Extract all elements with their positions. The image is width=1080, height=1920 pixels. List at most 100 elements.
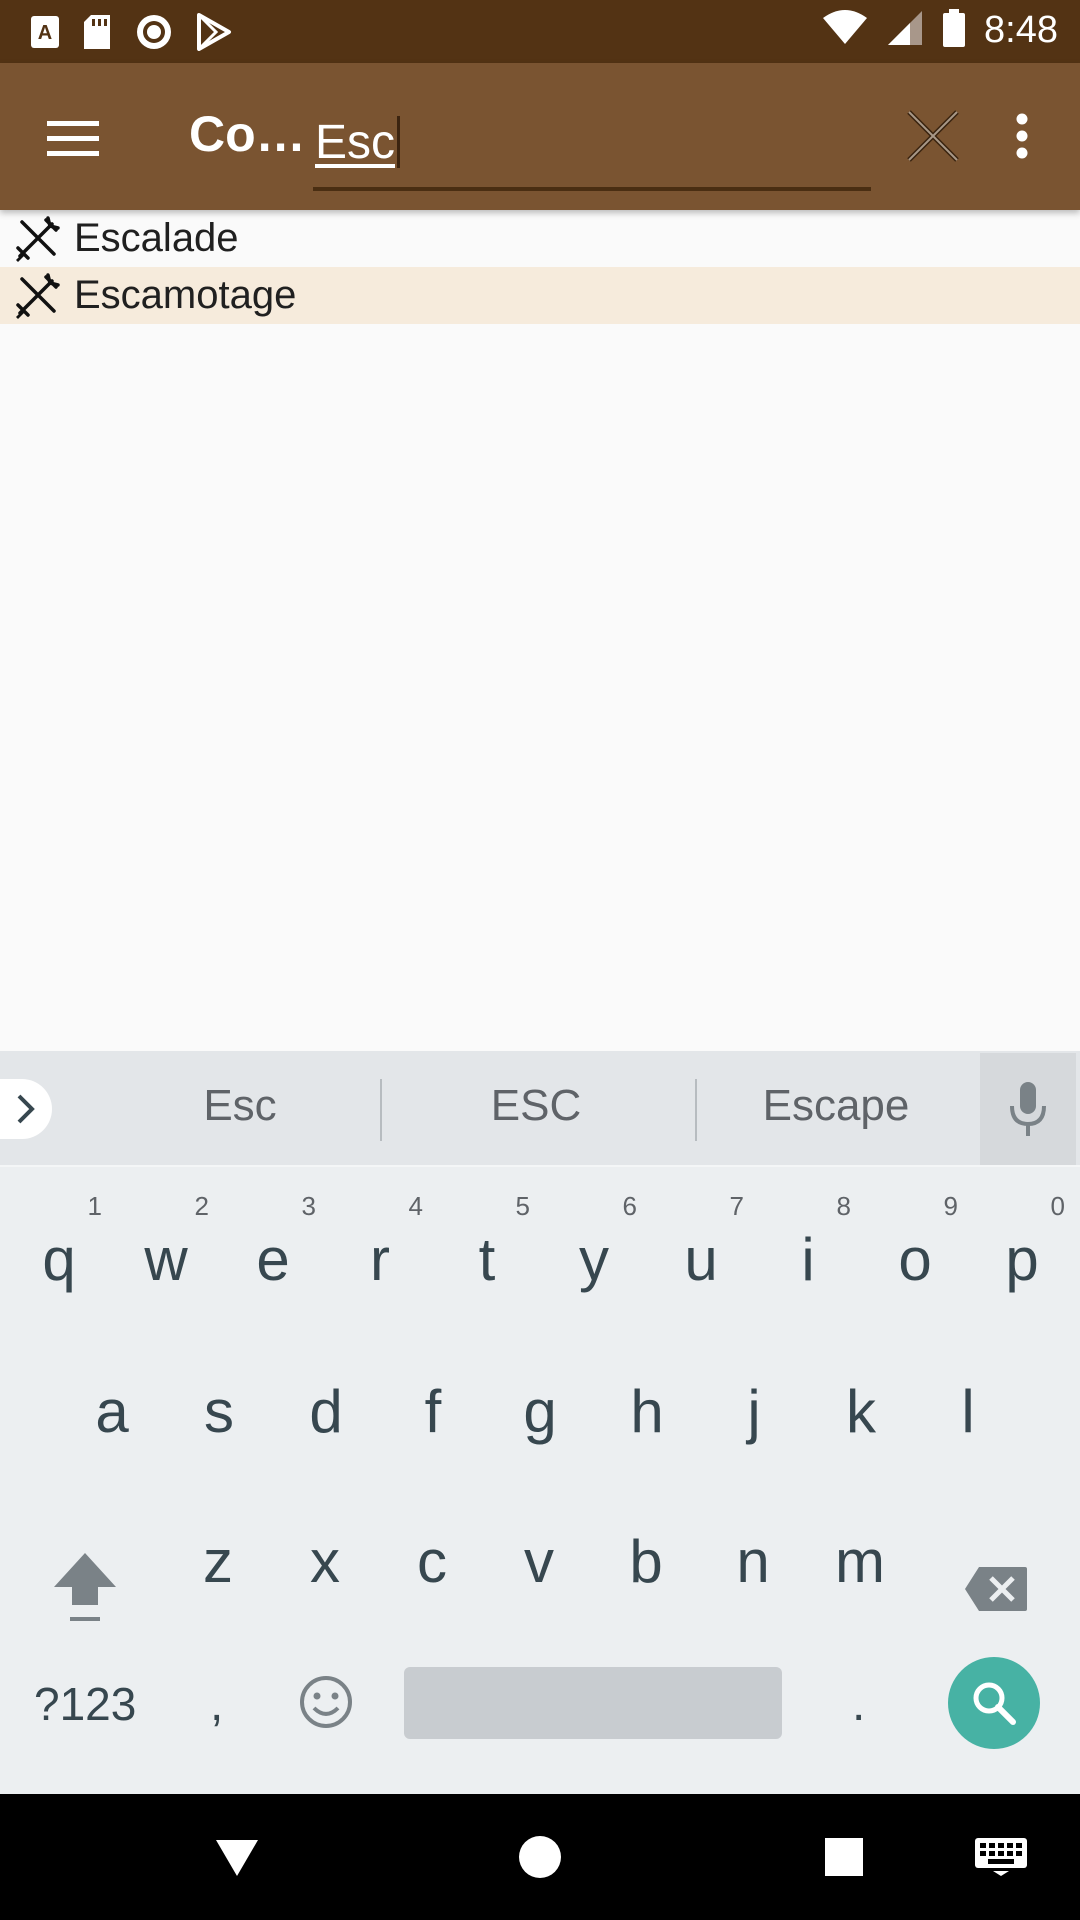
home-button[interactable] (503, 1820, 577, 1894)
key-number-hint: 2 (194, 1191, 209, 1221)
key-u[interactable]: 7u (648, 1181, 754, 1311)
shift-key[interactable] (32, 1523, 138, 1653)
suggestion-1[interactable]: Esc (140, 1081, 340, 1131)
key-n[interactable]: n (700, 1483, 806, 1613)
key-c[interactable]: c (379, 1483, 485, 1613)
comma-key[interactable]: , (210, 1677, 223, 1732)
sd-card-icon (82, 14, 112, 55)
suggestion-3[interactable]: Escape (736, 1081, 936, 1131)
key-h[interactable]: h (594, 1333, 700, 1463)
key-letter: q (42, 1226, 76, 1293)
key-g[interactable]: g (487, 1333, 593, 1463)
key-f[interactable]: f (380, 1333, 486, 1463)
notification-icons: A (30, 12, 232, 57)
key-letter: y (579, 1226, 609, 1293)
battery-icon (942, 8, 966, 53)
key-letter: i (801, 1226, 815, 1293)
key-letter: z (203, 1528, 233, 1595)
result-label: Escamotage (74, 273, 297, 317)
record-icon (134, 12, 174, 57)
key-letter: g (523, 1378, 557, 1445)
svg-text:A: A (38, 22, 52, 44)
key-d[interactable]: d (273, 1333, 379, 1463)
search-action-key[interactable] (948, 1657, 1040, 1749)
space-bar[interactable] (404, 1667, 782, 1739)
voice-input-button[interactable] (980, 1053, 1076, 1165)
search-icon (973, 1682, 1016, 1725)
key-letter: p (1005, 1226, 1039, 1293)
key-v[interactable]: v (486, 1483, 592, 1613)
key-y[interactable]: 6y (541, 1181, 647, 1311)
keyboard-switch-button[interactable] (964, 1820, 1038, 1894)
key-letter: w (144, 1226, 188, 1293)
key-letter: k (846, 1378, 876, 1445)
key-letter: c (417, 1528, 447, 1595)
key-w[interactable]: 2w (113, 1181, 219, 1311)
search-input-value: Esc (315, 115, 401, 170)
app-bar: Co… Esc (0, 63, 1080, 210)
key-t[interactable]: 5t (434, 1181, 540, 1311)
key-m[interactable]: m (807, 1483, 913, 1613)
key-letter: j (747, 1378, 761, 1445)
key-z[interactable]: z (165, 1483, 271, 1613)
key-number-hint: 5 (515, 1191, 530, 1221)
home-icon (519, 1836, 561, 1878)
search-input[interactable]: Esc (313, 103, 871, 191)
key-number-hint: 8 (836, 1191, 851, 1221)
crossed-tools-icon (14, 215, 60, 262)
key-number-hint: 0 (1050, 1191, 1065, 1221)
key-letter: v (524, 1528, 554, 1595)
soft-keyboard: Esc ESC Escape ?123 , . 1q2w3e4r5t6y7u8i… (0, 1051, 1080, 1794)
shift-arrow-icon (54, 1553, 116, 1621)
period-key[interactable]: . (852, 1677, 865, 1732)
close-icon (907, 110, 959, 162)
key-number-hint: 9 (943, 1191, 958, 1221)
suggestion-divider (695, 1079, 697, 1141)
overflow-menu-button[interactable] (1002, 101, 1042, 171)
emoji-key[interactable] (298, 1674, 354, 1735)
key-number-hint: 4 (408, 1191, 423, 1221)
status-time: 8:48 (984, 9, 1058, 51)
key-p[interactable]: 0p (969, 1181, 1075, 1311)
key-letter: a (95, 1378, 129, 1445)
key-letter: m (835, 1528, 885, 1595)
key-i[interactable]: 8i (755, 1181, 861, 1311)
key-k[interactable]: k (808, 1333, 914, 1463)
clear-search-button[interactable] (898, 101, 968, 171)
hamburger-menu-icon (47, 121, 99, 156)
key-a[interactable]: a (59, 1333, 165, 1463)
expand-toolbar-button[interactable] (0, 1079, 52, 1139)
menu-button[interactable] (38, 103, 108, 173)
status-bar: A 8:48 (0, 0, 1080, 63)
key-letter: x (310, 1528, 340, 1595)
result-item-escamotage[interactable]: Escamotage (0, 267, 1080, 324)
results-list: Escalade Escamotage (0, 210, 1080, 324)
keyboard-switch-icon (975, 1838, 1027, 1876)
recents-button[interactable] (807, 1820, 881, 1894)
crossed-tools-icon (14, 272, 60, 319)
suggestion-divider (380, 1079, 382, 1141)
key-e[interactable]: 3e (220, 1181, 326, 1311)
signal-icon (886, 9, 924, 52)
key-letter: d (309, 1378, 343, 1445)
key-b[interactable]: b (593, 1483, 699, 1613)
play-store-icon (196, 13, 232, 56)
key-l[interactable]: l (915, 1333, 1021, 1463)
chevron-right-icon (17, 1094, 35, 1124)
result-item-escalade[interactable]: Escalade (0, 210, 1080, 267)
key-letter: l (961, 1378, 975, 1445)
key-s[interactable]: s (166, 1333, 272, 1463)
suggestion-2[interactable]: ESC (436, 1081, 636, 1131)
key-q[interactable]: 1q (6, 1181, 112, 1311)
back-button[interactable] (200, 1820, 274, 1894)
navigation-bar (0, 1794, 1080, 1920)
backspace-key[interactable] (943, 1523, 1049, 1653)
key-r[interactable]: 4r (327, 1181, 433, 1311)
symbols-key[interactable]: ?123 (34, 1677, 136, 1731)
key-x[interactable]: x (272, 1483, 378, 1613)
key-number-hint: 1 (87, 1191, 102, 1221)
key-j[interactable]: j (701, 1333, 807, 1463)
text-caret (397, 116, 401, 168)
key-o[interactable]: 9o (862, 1181, 968, 1311)
key-letter: f (424, 1378, 442, 1445)
